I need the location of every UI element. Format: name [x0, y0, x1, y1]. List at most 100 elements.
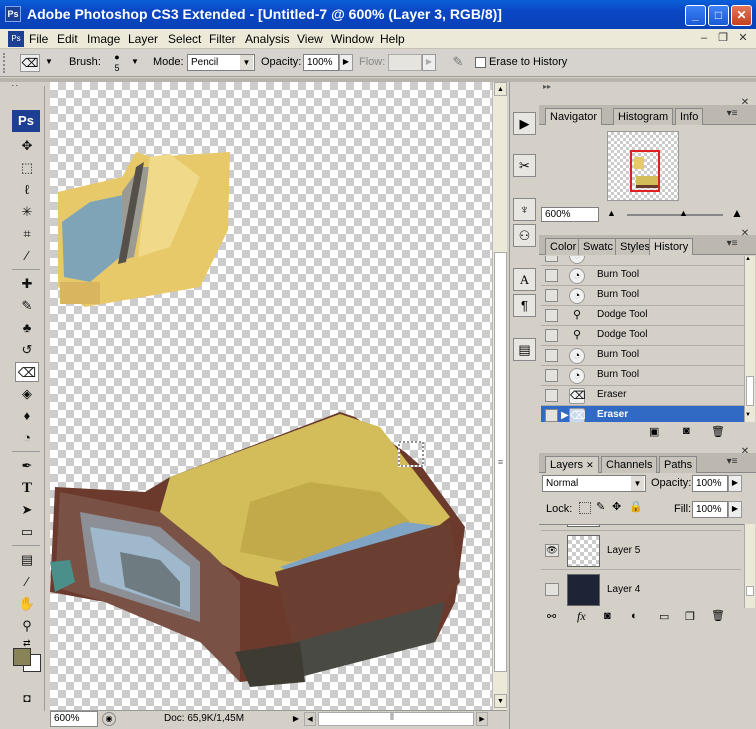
blend-dropdown-icon[interactable]: ▼ [631, 476, 644, 491]
navigator-zoom-input[interactable]: 600% [541, 207, 599, 222]
vertical-scrollbar[interactable]: ▲ ≡ ▼ [492, 82, 507, 710]
scroll-down-icon[interactable]: ▼ [745, 412, 751, 418]
history-source-checkbox[interactable] [545, 349, 558, 362]
zoom-slider-track[interactable] [627, 214, 723, 216]
clone-source-icon[interactable]: ⚇ [513, 224, 536, 247]
hand-tool-icon[interactable]: ✋ [15, 594, 39, 614]
history-source-checkbox[interactable] [545, 309, 558, 322]
history-row[interactable]: ◔ Burn Tool [541, 366, 744, 386]
new-group-icon[interactable]: ▭ [659, 610, 669, 623]
type-tool-icon[interactable]: T [15, 478, 39, 498]
character-icon[interactable]: A [513, 268, 536, 291]
history-row[interactable]: ◔ Burn Tool [541, 286, 744, 306]
history-source-checkbox[interactable] [545, 289, 558, 302]
grip[interactable] [3, 53, 7, 73]
lasso-tool-icon[interactable]: ℓ [15, 180, 39, 200]
scroll-right-icon[interactable]: ▶ [476, 712, 488, 726]
airbrush-icon[interactable]: ✎ [448, 54, 468, 72]
brush-tool-icon[interactable]: ✎ [15, 296, 39, 316]
path-selection-icon[interactable]: ➤ [15, 500, 39, 520]
pen-tool-icon[interactable]: ✒ [15, 456, 39, 476]
erase-history-checkbox[interactable] [475, 57, 486, 68]
doc-restore-icon[interactable]: ❐ [715, 31, 731, 46]
tab-info[interactable]: Info [675, 108, 704, 125]
layers-scrollbar[interactable] [744, 524, 755, 608]
panel-close-icon[interactable]: ✕ [738, 228, 752, 241]
eyedropper-icon[interactable]: ⁄ [15, 572, 39, 592]
layer-mask-icon[interactable]: ◙ [604, 610, 611, 622]
doc-close-icon[interactable]: ✕ [735, 31, 751, 46]
blend-mode-select[interactable]: Normal ▼ [542, 475, 646, 492]
fill-slider-icon[interactable]: ▶ [728, 501, 742, 518]
link-layers-icon[interactable]: ⚯ [547, 610, 556, 623]
layer-style-icon[interactable]: fx [577, 609, 586, 624]
magic-wand-icon[interactable]: ✳ [15, 202, 39, 222]
paragraph-icon[interactable]: ¶ [513, 294, 536, 317]
brush-dropdown-icon[interactable]: ▼ [131, 57, 139, 66]
tab-layers[interactable]: Layers ✕ [545, 456, 599, 473]
move-tool-icon[interactable]: ✥ [15, 136, 39, 156]
tab-close-icon[interactable]: ✕ [586, 460, 594, 470]
history-row[interactable]: ◔ Burn Tool [541, 346, 744, 366]
history-row[interactable]: ⚲ Dodge Tool [541, 326, 744, 346]
layers-opacity-slider-icon[interactable]: ▶ [728, 475, 742, 492]
menu-filter[interactable]: Filter [209, 29, 236, 49]
zoom-slider-thumb[interactable]: ▲ [679, 208, 688, 218]
menu-analysis[interactable]: Analysis [245, 29, 290, 49]
scroll-up-icon[interactable]: ▲ [494, 82, 507, 96]
zoom-out-icon[interactable]: ▲ [607, 208, 616, 218]
preset-dropdown-icon[interactable]: ▼ [45, 57, 53, 66]
history-row[interactable]: ◔ Burn Tool [541, 266, 744, 286]
navigator-thumbnail[interactable] [607, 131, 679, 201]
menu-help[interactable]: Help [380, 29, 405, 49]
app-icon[interactable]: Ps [5, 6, 21, 22]
lock-position-icon[interactable]: ✥ [612, 500, 621, 513]
history-row[interactable]: ⌫ Eraser [541, 386, 744, 406]
scroll-thumb[interactable] [746, 586, 754, 596]
scroll-up-icon[interactable]: ▲ [745, 256, 751, 262]
horizontal-scroll-thumb[interactable] [318, 712, 474, 726]
crop-tool-icon[interactable]: ⌗ [15, 224, 39, 244]
close-icon[interactable]: ✕ [731, 5, 752, 26]
visibility-eye-icon[interactable]: 👁 [545, 544, 559, 557]
actions-icon[interactable]: ▶ [513, 112, 536, 135]
delete-layer-icon[interactable]: 🗑 [711, 609, 725, 622]
mode-select[interactable]: Pencil ▼ [187, 54, 255, 71]
flow-input[interactable] [388, 54, 422, 71]
tab-history[interactable]: History [649, 238, 694, 255]
maximize-icon[interactable]: □ [708, 5, 729, 26]
zoom-input[interactable]: 600% [50, 711, 98, 727]
status-menu-icon[interactable]: ▶ [290, 712, 302, 726]
menu-layer[interactable]: Layer [128, 29, 158, 49]
tool-presets-icon[interactable]: ✂ [513, 154, 536, 177]
tab-histogram[interactable]: Histogram [613, 108, 674, 125]
tab-navigator[interactable]: Navigator [545, 108, 603, 125]
menu-window[interactable]: Window [331, 29, 374, 49]
history-source-checkbox[interactable] [545, 389, 558, 402]
zoom-tool-icon[interactable]: ⚲ [15, 616, 39, 636]
visibility-toggle[interactable] [545, 583, 559, 596]
history-brush-icon[interactable]: ↺ [15, 340, 39, 360]
eraser-preset-icon[interactable]: ⌫ [20, 54, 40, 72]
layer-comps-icon[interactable]: ▤ [513, 338, 536, 361]
trash-icon[interactable]: 🗑 [711, 425, 725, 438]
layers-opacity-input[interactable]: 100% [692, 475, 728, 492]
foreground-color-swatch[interactable] [13, 648, 31, 666]
tab-color[interactable]: Color [545, 238, 582, 255]
doc-icon[interactable]: Ps [8, 31, 24, 47]
layer-row[interactable]: Layer 4 [541, 571, 741, 608]
history-source-checkbox[interactable] [545, 269, 558, 282]
history-source-checkbox[interactable] [545, 329, 558, 342]
history-source-checkbox[interactable] [545, 369, 558, 382]
rectangle-tool-icon[interactable]: ▭ [15, 522, 39, 542]
dodge-tool-icon[interactable]: ◔ [15, 428, 39, 448]
history-row[interactable]: ◔ [541, 256, 744, 266]
marquee-tool-icon[interactable]: ⬚ [15, 158, 39, 178]
clone-stamp-icon[interactable]: ♣ [15, 318, 39, 338]
eraser-tool-icon[interactable]: ⌫ [15, 362, 39, 382]
menu-image[interactable]: Image [87, 29, 120, 49]
notes-tool-icon[interactable]: ▤ [15, 550, 39, 570]
panel-close-icon[interactable]: ✕ [738, 97, 752, 110]
menu-edit[interactable]: Edit [57, 29, 78, 49]
history-scrollbar[interactable]: ▲ ▼ [744, 256, 755, 422]
